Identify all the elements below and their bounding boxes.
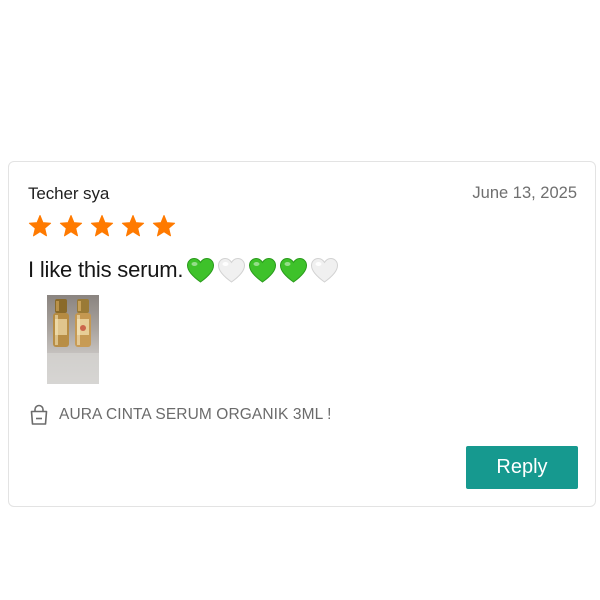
page: Techer sya June 13, 2025 I like this ser…	[0, 0, 600, 600]
star-icon	[152, 215, 176, 237]
review-card: Techer sya June 13, 2025 I like this ser…	[8, 161, 596, 507]
table-surface	[47, 353, 99, 384]
review-photo-thumbnail[interactable]	[47, 295, 99, 384]
green-heart-icon	[249, 257, 277, 283]
cap-highlight-right	[78, 301, 81, 311]
green-heart-icon	[187, 257, 215, 283]
white-heart-icon	[218, 257, 246, 283]
star-icon	[59, 215, 83, 237]
star-icon	[28, 215, 52, 237]
shopping-bag-icon	[30, 404, 48, 425]
bottle-shine-left	[55, 315, 58, 345]
review-text: I like this serum.	[28, 257, 184, 282]
star-rating	[28, 214, 176, 238]
star-icon	[121, 215, 145, 237]
review-date: June 13, 2025	[472, 184, 577, 202]
reviewer-name: Techer sya	[28, 184, 110, 203]
cap-highlight-left	[56, 301, 59, 311]
heart-emojis	[186, 257, 339, 284]
review-body: I like this serum.	[28, 255, 339, 285]
serum-bottles-image	[47, 299, 99, 384]
green-heart-icon	[280, 257, 308, 283]
reply-button[interactable]: Reply	[466, 446, 578, 489]
product-name: AURA CINTA SERUM ORGANIK 3ML !	[59, 406, 332, 423]
bottle-shine-right	[77, 315, 80, 345]
white-heart-icon	[311, 257, 339, 283]
label-mark-right	[80, 325, 86, 331]
star-icon	[90, 215, 114, 237]
product-link[interactable]: AURA CINTA SERUM ORGANIK 3ML !	[28, 403, 332, 427]
